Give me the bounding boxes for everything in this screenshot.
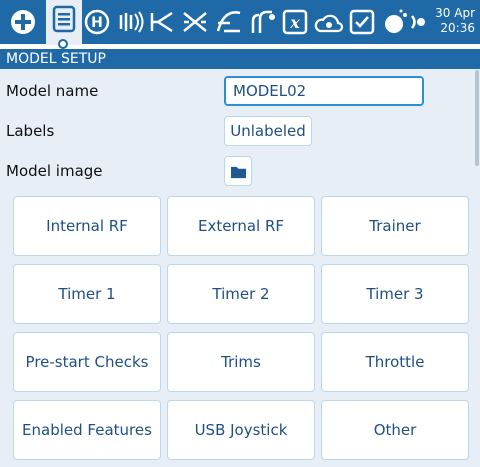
model-image-label: Model image [6, 162, 103, 180]
heli-icon[interactable]: H [80, 4, 114, 40]
enabled-features-button[interactable]: Enabled Features [13, 400, 161, 460]
folder-icon [230, 166, 246, 178]
theme-icon[interactable] [378, 4, 412, 40]
time-text: 20:36 [440, 21, 475, 35]
scrollbar-thumb[interactable] [475, 70, 479, 166]
throttle-button[interactable]: Throttle [321, 332, 469, 392]
other-button[interactable]: Other [321, 400, 469, 460]
usb-joystick-button[interactable]: USB Joystick [167, 400, 315, 460]
curves-icon[interactable] [212, 4, 246, 40]
trainer-button[interactable]: Trainer [321, 196, 469, 256]
pre-start-checks-button[interactable]: Pre-start Checks [13, 332, 161, 392]
model-name-label: Model name [6, 82, 99, 100]
model-image-button[interactable] [224, 156, 252, 186]
radio-menu-icon[interactable] [6, 4, 40, 40]
external-rf-button[interactable]: External RF [167, 196, 315, 256]
date-time: 30 Apr 20:36 [427, 6, 475, 36]
svg-text:H: H [91, 15, 103, 31]
internal-rf-button[interactable]: Internal RF [13, 196, 161, 256]
logical-switches-icon[interactable] [246, 4, 280, 40]
inputs-icon[interactable] [146, 4, 180, 40]
model-setup-icon [52, 5, 76, 33]
timer-3-button[interactable]: Timer 3 [321, 264, 469, 324]
top-bar: H x 30 Apr 20:36 [0, 0, 480, 49]
timer-1-button[interactable]: Timer 1 [13, 264, 161, 324]
outputs-icon[interactable] [178, 4, 212, 40]
timer-2-button[interactable]: Timer 2 [167, 264, 315, 324]
active-tab-indicator [58, 39, 68, 49]
model-name-field[interactable]: MODEL02 [224, 76, 424, 106]
volume-icon[interactable] [408, 4, 428, 40]
mixer-icon[interactable] [114, 4, 148, 40]
checklist-icon[interactable] [345, 4, 379, 40]
section-title: MODEL SETUP [0, 49, 480, 69]
date-text: 30 Apr [435, 6, 475, 20]
labels-button[interactable]: Unlabeled [224, 116, 312, 146]
telemetry-icon[interactable] [312, 4, 346, 40]
trims-button[interactable]: Trims [167, 332, 315, 392]
labels-label: Labels [6, 122, 55, 140]
svg-text:x: x [289, 13, 300, 32]
lua-scripts-icon[interactable]: x [278, 4, 312, 40]
